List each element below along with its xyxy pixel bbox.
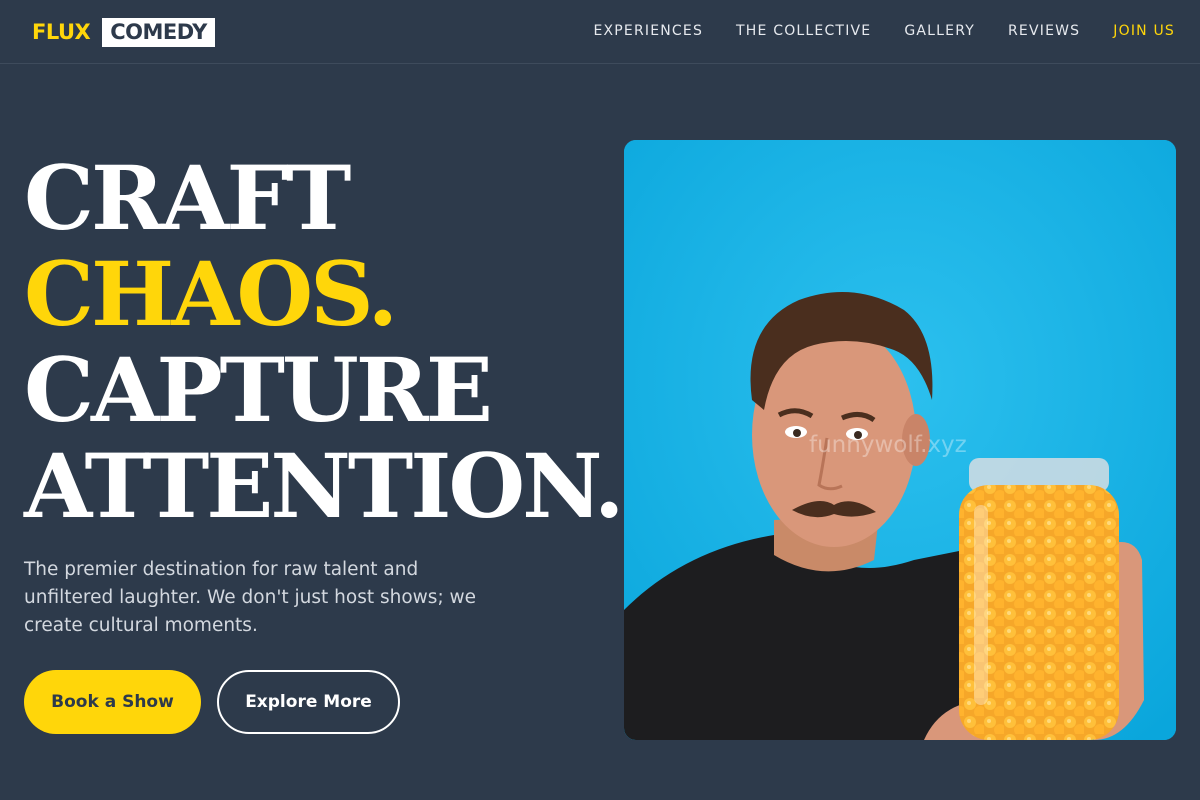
hero-headline: CRAFT CHAOS. CAPTURE ATTENTION. (24, 146, 625, 538)
logo-word-comedy: COMEDY (102, 17, 215, 47)
headline-line-4: ATTENTION. (24, 434, 625, 538)
hero-subtext: The premier destination for raw talent a… (24, 559, 477, 636)
logo-word-flux: FLUX (32, 20, 91, 44)
nav-link-reviews[interactable]: REVIEWS (1008, 21, 1080, 41)
comedian-with-jar-illustration: funnywolf.xyz (624, 140, 1176, 740)
site-header: FLUX COMEDY EXPERIENCES THE COLLECTIVE G… (0, 0, 1200, 64)
headline-line-1: CRAFT (24, 146, 351, 250)
hero-photo: funnywolf.xyz (624, 140, 1176, 740)
headline-line-2: CHAOS. (24, 242, 398, 346)
nav-link-join-us[interactable]: JOIN US (1113, 21, 1175, 41)
nav-link-gallery[interactable]: GALLERY (904, 21, 975, 41)
main-nav: EXPERIENCES THE COLLECTIVE GALLERY REVIE… (593, 21, 1175, 41)
image-watermark: funnywolf.xyz (809, 432, 967, 458)
nav-link-experiences[interactable]: EXPERIENCES (593, 21, 703, 41)
nav-link-the-collective[interactable]: THE COLLECTIVE (736, 21, 871, 41)
book-a-show-button[interactable]: Book a Show (24, 670, 201, 734)
headline-line-3: CAPTURE (24, 338, 493, 442)
brand-logo[interactable]: FLUX COMEDY (32, 17, 215, 47)
explore-more-button[interactable]: Explore More (217, 670, 400, 734)
